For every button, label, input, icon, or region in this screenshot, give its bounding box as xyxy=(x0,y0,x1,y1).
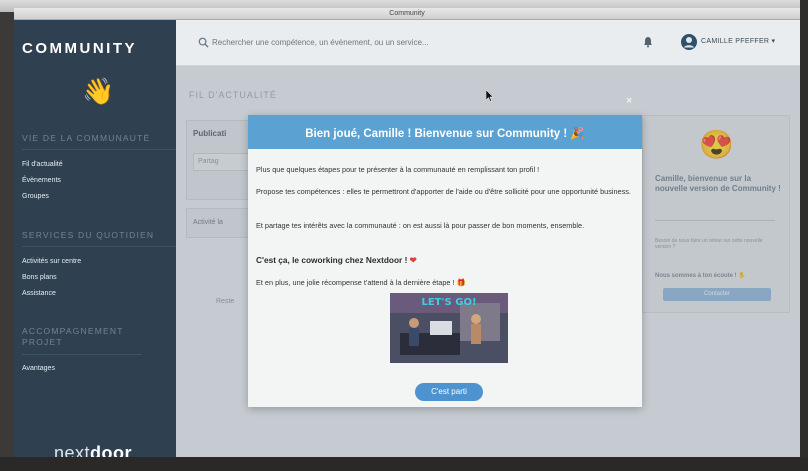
sidebar-item-evenements[interactable]: Évènements xyxy=(22,177,61,184)
heart-icon: ❤ xyxy=(409,255,417,265)
bezel-bottom xyxy=(0,457,808,471)
gift-icon: 🎁 xyxy=(456,278,466,287)
modal-paragraph-skills: Propose tes compétences : elles te perme… xyxy=(256,187,631,196)
sidebar-item-bons-plans[interactable]: Bons plans xyxy=(22,274,57,281)
modal-header: Bien joué, Camille ! Bienvenue sur Commu… xyxy=(248,115,642,149)
sidebar-item-groupes[interactable]: Groupes xyxy=(22,193,49,200)
modal-paragraph-reward: Et en plus, une jolie récompense t'atten… xyxy=(256,278,636,288)
search-input[interactable] xyxy=(212,34,512,50)
mouse-cursor-icon xyxy=(486,90,494,102)
sidebar-item-assistance[interactable]: Assistance xyxy=(22,290,56,297)
welcome-modal: Bien joué, Camille ! Bienvenue sur Commu… xyxy=(248,115,642,407)
reward-text: Et en plus, une jolie récompense t'atten… xyxy=(256,278,455,287)
modal-paragraph-coworking: C'est ça, le coworking chez Nextdoor ! ❤ xyxy=(256,255,636,265)
screen: Community COMMUNITY 👋 VIE DE LA COMMUNAU… xyxy=(14,8,800,463)
window-title: Community xyxy=(14,8,800,20)
waving-hand-icon: 👋 xyxy=(82,76,115,106)
section-vie-communaute: VIE DE LA COMMUNAUTÉ xyxy=(22,133,176,150)
search-icon xyxy=(198,37,209,48)
user-menu[interactable]: CAMILLE PFEFFER ▾ xyxy=(701,37,775,45)
top-bar: CAMILLE PFEFFER ▾ xyxy=(176,20,800,66)
sidebar-item-fil-actualite[interactable]: Fil d'actualité xyxy=(22,161,63,168)
cest-parti-button[interactable]: C'est parti xyxy=(415,383,483,401)
section-services-quotidien: SERVICES DU QUOTIDIEN xyxy=(22,230,176,247)
modal-paragraph-interests: Et partage tes intérêts avec la communau… xyxy=(256,221,585,230)
section-accompagnement: ACCOMPAGNEMENT PROJET xyxy=(22,326,142,355)
user-icon xyxy=(684,37,694,48)
modal-title: Bien joué, Camille ! Bienvenue sur Commu… xyxy=(305,128,585,140)
coworking-text: C'est ça, le coworking chez Nextdoor ! xyxy=(256,255,408,265)
close-icon[interactable]: × xyxy=(626,95,632,107)
sidebar-item-activites[interactable]: Activités sur centre xyxy=(22,258,81,265)
lets-go-gif: LET'S GO! xyxy=(390,293,508,363)
sidebar: COMMUNITY 👋 VIE DE LA COMMUNAUTÉ Fil d'a… xyxy=(14,20,176,463)
avatar[interactable] xyxy=(681,34,697,50)
lets-go-text: LET'S GO! xyxy=(421,297,476,308)
modal-paragraph-profile: Plus que quelques étapes pour te présent… xyxy=(256,165,540,174)
brand-title: COMMUNITY xyxy=(22,40,137,57)
sidebar-item-avantages[interactable]: Avantages xyxy=(22,365,55,372)
bezel-right xyxy=(800,0,808,471)
bell-icon[interactable] xyxy=(642,36,654,48)
